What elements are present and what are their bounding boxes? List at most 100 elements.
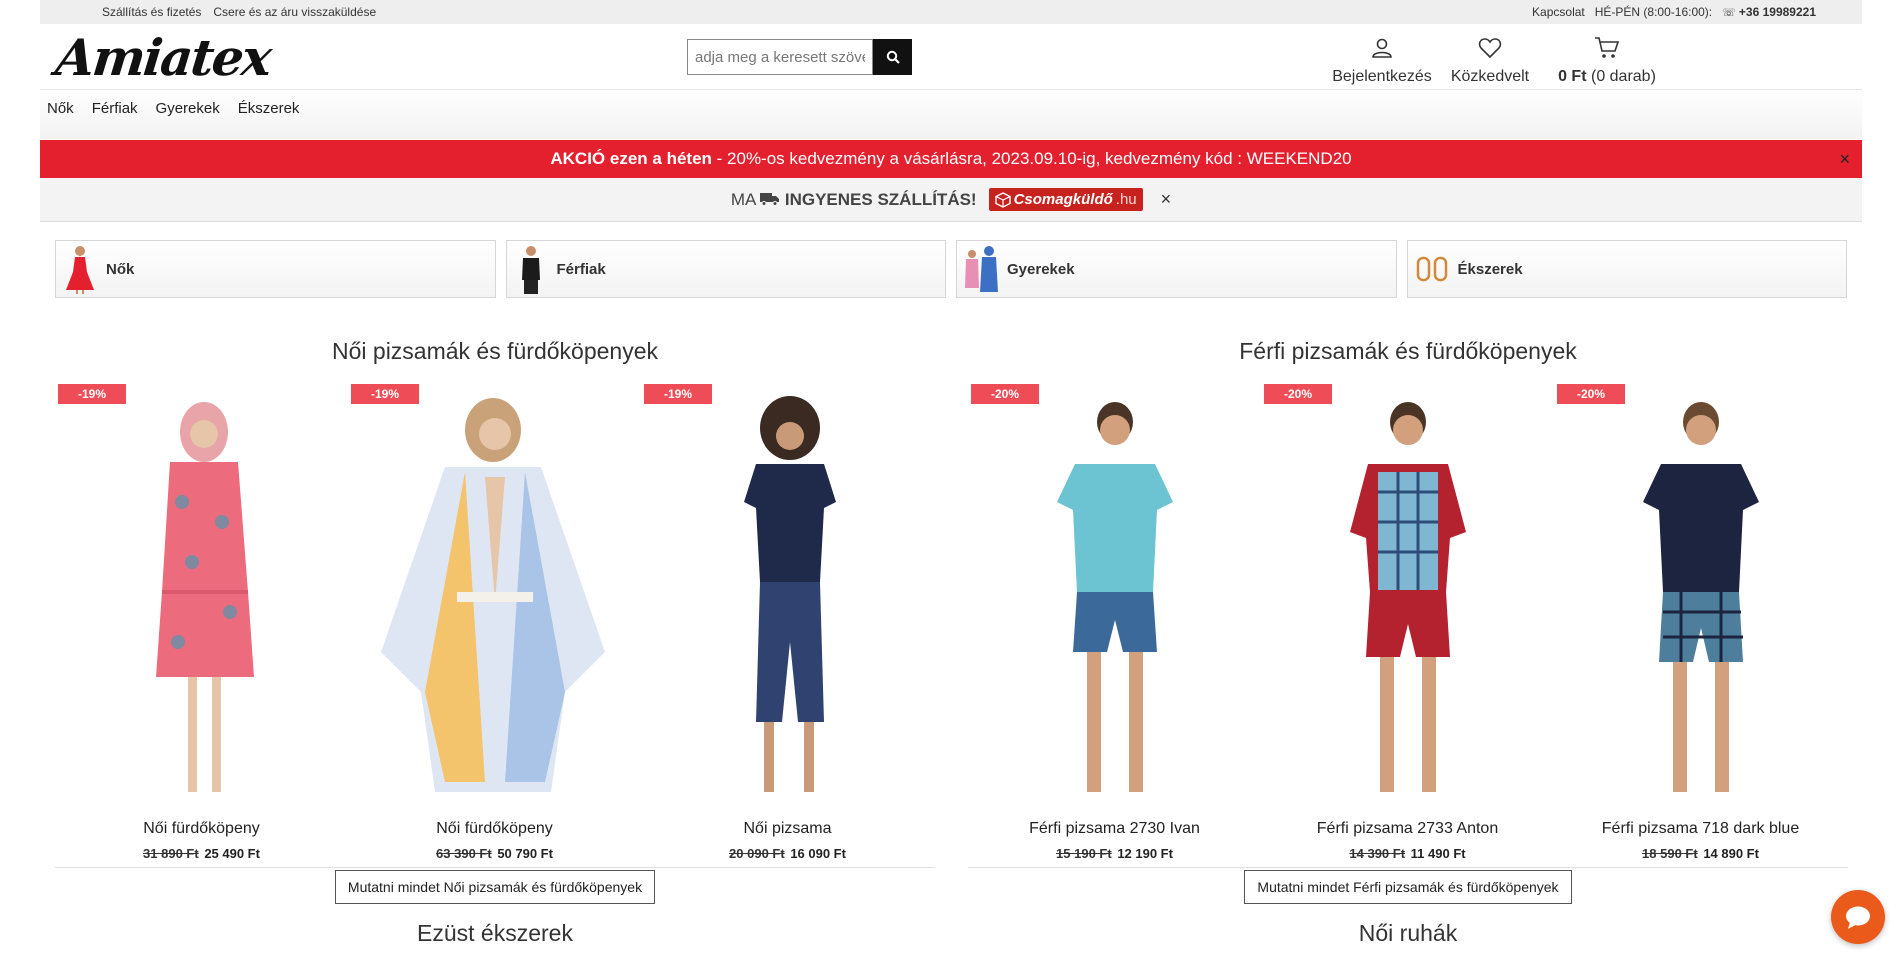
price: 25 490 Ft <box>204 846 260 861</box>
cart-button[interactable]: 0 Ft (0 darab) <box>1537 28 1677 86</box>
contact-link[interactable]: Kapcsolat <box>1532 5 1585 19</box>
product-name[interactable]: Férfi pizsama 2730 Ivan <box>968 820 1261 838</box>
shipping-close-icon[interactable]: × <box>1161 189 1172 210</box>
promo-banner: AKCIÓ ezen a héten - 20%-os kedvezmény a… <box>40 140 1862 178</box>
promo-close-icon[interactable]: × <box>1839 140 1850 178</box>
product-name[interactable]: Női fürdőköpeny <box>348 820 641 838</box>
product-list: -20% Férfi pizsama 2730 Ivan 15 190 Ft 1… <box>968 384 1848 868</box>
shipping-bold: INGYENES SZÁLLÍTÁS! <box>784 189 977 209</box>
product-prices: 63 390 Ft 50 790 Ft <box>348 846 641 861</box>
product-name[interactable]: Női fürdőköpeny <box>55 820 348 838</box>
old-price: 18 590 Ft <box>1642 846 1698 861</box>
product-name[interactable]: Férfi pizsama 2733 Anton <box>1261 820 1554 838</box>
product-card[interactable]: -20% Férfi pizsama 2733 Anton 14 390 Ft … <box>1261 384 1554 867</box>
returns-link[interactable]: Csere és az áru visszaküldése <box>213 5 376 19</box>
csomagkuldo-logo[interactable]: Csomagküldő .hu <box>988 188 1143 211</box>
turquoise-pajama-photo <box>1056 402 1173 792</box>
price: 11 490 Ft <box>1410 846 1466 861</box>
product-prices: 20 090 Ft 16 090 Ft <box>641 846 934 861</box>
product-prices: 18 590 Ft 14 890 Ft <box>1554 846 1847 861</box>
top-links: Szállítás és fizetés Csere és az áru vis… <box>102 5 376 19</box>
login-button[interactable]: Bejelentkezés <box>1327 28 1437 86</box>
nav-item-women[interactable]: Nők <box>47 100 74 117</box>
shipping-payment-link[interactable]: Szállítás és fizetés <box>102 5 201 19</box>
shipping-prefix: MA <box>730 189 756 209</box>
category-tile-women[interactable]: Nők <box>55 240 496 298</box>
category-label: Férfiak <box>556 260 606 278</box>
old-price: 14 390 Ft <box>1349 846 1406 861</box>
old-price: 15 190 Ft <box>1056 846 1112 861</box>
old-price: 31 890 Ft <box>143 846 199 861</box>
product-prices: 31 890 Ft 25 490 Ft <box>55 846 348 861</box>
chat-button[interactable] <box>1831 890 1885 944</box>
category-label: Nők <box>106 260 135 278</box>
phone-number[interactable]: ☏ +36 19989221 <box>1722 5 1816 19</box>
product-prices: 15 190 Ft 12 190 Ft <box>968 846 1261 861</box>
kimono-robe-photo <box>380 398 605 792</box>
discount-badge: -19% <box>351 384 419 404</box>
category-label: Gyerekek <box>1007 260 1075 278</box>
old-price: 63 390 Ft <box>436 846 492 861</box>
cart-amount: 0 Ft <box>1558 68 1587 85</box>
section-women-pajamas: Női pizsamák és fürdőköpenyek -19% Női f… <box>55 336 935 947</box>
nav-item-jewelry[interactable]: Ékszerek <box>238 100 300 117</box>
shipping-banner: MA INGYENES SZÁLLÍTÁS! Csomagküldő .hu × <box>40 178 1862 222</box>
product-image[interactable] <box>641 384 934 802</box>
opening-hours: HÉ-PÉN (8:00-16:00): <box>1594 5 1713 19</box>
top-utility-bar: Szállítás és fizetés Csere és az áru vis… <box>40 0 1862 24</box>
user-icon <box>1372 38 1392 58</box>
price: 50 790 Ft <box>497 846 553 861</box>
product-image[interactable] <box>1554 384 1847 802</box>
product-name[interactable]: Férfi pizsama 718 dark blue <box>1554 820 1847 838</box>
product-list: -19% Női fürdőköpeny 31 890 Ft 25 490 Ft… <box>55 384 935 868</box>
price: 16 090 Ft <box>790 846 846 861</box>
product-name[interactable]: Női pizsama <box>641 820 934 838</box>
section-title[interactable]: Férfi pizsamák és fürdőköpenyek <box>968 336 1848 366</box>
section-men-pajamas: Férfi pizsamák és fürdőköpenyek -20% Fér… <box>968 336 1848 947</box>
discount-badge: -19% <box>58 384 126 404</box>
product-image[interactable] <box>1261 384 1554 802</box>
search-input[interactable] <box>687 39 873 75</box>
product-card[interactable]: -19% Női fürdőköpeny 63 390 Ft 50 790 Ft <box>348 384 641 867</box>
next-section-title[interactable]: Női ruhák <box>968 920 1848 947</box>
category-tile-men[interactable]: Férfiak <box>505 240 946 298</box>
favorites-button[interactable]: Közkedvelt <box>1445 28 1535 86</box>
show-all-button[interactable]: Mutatni mindet Női pizsamák és fürdőköpe… <box>334 870 656 904</box>
old-price: 20 090 Ft <box>729 846 785 861</box>
nav-item-kids[interactable]: Gyerekek <box>156 100 220 117</box>
login-label: Bejelentkezés <box>1332 68 1432 85</box>
product-card[interactable]: -19% Női pizsama 20 090 Ft 16 090 Ft <box>641 384 934 867</box>
product-image[interactable] <box>55 384 348 802</box>
red-plaid-pajama-photo <box>1349 402 1466 792</box>
phone-icon: ☏ <box>1722 7 1736 19</box>
badge-name: Csomagküldő <box>1013 191 1113 208</box>
search-icon <box>886 50 900 64</box>
search-button[interactable] <box>873 39 912 75</box>
favorites-label: Közkedvelt <box>1450 68 1530 85</box>
truck-icon <box>760 192 780 206</box>
product-card[interactable]: -20% Férfi pizsama 718 dark blue 18 590 … <box>1554 384 1847 867</box>
cart-icon <box>1595 37 1620 58</box>
product-image[interactable] <box>968 384 1261 802</box>
product-card[interactable]: -19% Női fürdőköpeny 31 890 Ft 25 490 Ft <box>55 384 348 867</box>
dark-blue-pajama-photo <box>1642 402 1759 792</box>
category-tile-kids[interactable]: Gyerekek <box>956 240 1397 298</box>
promo-text: - 20%-os kedvezmény a vásárlásra, 2023.0… <box>711 149 1352 168</box>
discount-badge: -20% <box>1557 384 1625 404</box>
product-image[interactable] <box>348 384 641 802</box>
next-section-title[interactable]: Ezüst ékszerek <box>55 920 935 947</box>
price: 14 890 Ft <box>1703 846 1759 861</box>
pink-bathrobe-photo <box>155 402 254 792</box>
search-box <box>687 39 912 75</box>
section-title[interactable]: Női pizsamák és fürdőköpenyek <box>55 336 935 366</box>
product-prices: 14 390 Ft 11 490 Ft <box>1261 846 1554 861</box>
product-card[interactable]: -20% Férfi pizsama 2730 Ivan 15 190 Ft 1… <box>968 384 1261 867</box>
site-logo[interactable]: Amiatex <box>53 28 273 87</box>
show-all-button[interactable]: Mutatni mindet Férfi pizsamák és fürdőkö… <box>1244 870 1572 904</box>
cart-summary: 0 Ft (0 darab) <box>1537 68 1677 86</box>
discount-badge: -20% <box>971 384 1039 404</box>
navy-pajama-photo <box>743 396 836 792</box>
shipping-text: MA INGYENES SZÁLLÍTÁS! <box>731 190 977 210</box>
category-tile-jewelry[interactable]: Ékszerek <box>1406 240 1847 298</box>
nav-item-men[interactable]: Férfiak <box>92 100 138 117</box>
